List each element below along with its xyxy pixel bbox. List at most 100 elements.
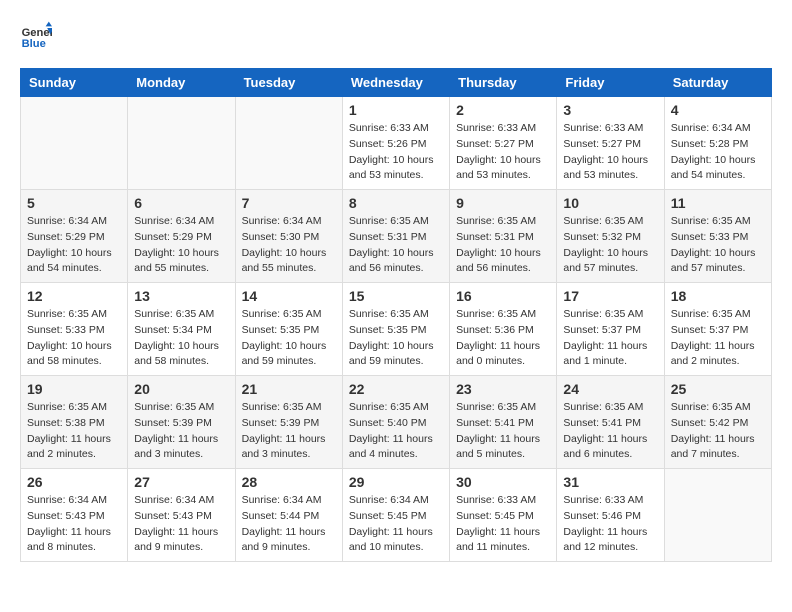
day-info: Sunrise: 6:34 AMSunset: 5:45 PMDaylight:… bbox=[349, 493, 443, 556]
calendar-cell: 25 Sunrise: 6:35 AMSunset: 5:42 PMDayligh… bbox=[664, 376, 771, 469]
day-info: Sunrise: 6:35 AMSunset: 5:38 PMDaylight:… bbox=[27, 400, 121, 463]
day-number: 7 bbox=[242, 195, 336, 211]
calendar-cell: 11Sunrise: 6:35 AMSunset: 5:33 PMDayligh… bbox=[664, 190, 771, 283]
calendar-week-row: 12 Sunrise: 6:35 AMSunset: 5:33 PMDayligh… bbox=[21, 283, 772, 376]
logo: General Blue bbox=[20, 20, 56, 52]
day-number: 19 bbox=[27, 381, 121, 397]
calendar-cell: 2 Sunrise: 6:33 AMSunset: 5:27 PMDaylight… bbox=[450, 97, 557, 190]
day-info: Sunrise: 6:35 AMSunset: 5:39 PMDaylight:… bbox=[242, 400, 336, 463]
day-info: Sunrise: 6:33 AMSunset: 5:45 PMDaylight:… bbox=[456, 493, 550, 556]
weekday-header: Sunday bbox=[21, 69, 128, 97]
weekday-header: Friday bbox=[557, 69, 664, 97]
day-number: 26 bbox=[27, 474, 121, 490]
day-number: 12 bbox=[27, 288, 121, 304]
day-number: 6 bbox=[134, 195, 228, 211]
day-number: 1 bbox=[349, 102, 443, 118]
day-info: Sunrise: 6:35 AMSunset: 5:35 PMDaylight:… bbox=[349, 307, 443, 370]
day-number: 3 bbox=[563, 102, 657, 118]
day-info: Sunrise: 6:34 AMSunset: 5:28 PMDaylight:… bbox=[671, 121, 765, 184]
day-number: 24 bbox=[563, 381, 657, 397]
day-info: Sunrise: 6:35 AMSunset: 5:37 PMDaylight:… bbox=[671, 307, 765, 370]
day-info: Sunrise: 6:35 AMSunset: 5:36 PMDaylight:… bbox=[456, 307, 550, 370]
day-info: Sunrise: 6:35 AMSunset: 5:32 PMDaylight:… bbox=[563, 214, 657, 277]
day-info: Sunrise: 6:33 AMSunset: 5:46 PMDaylight:… bbox=[563, 493, 657, 556]
weekday-header: Tuesday bbox=[235, 69, 342, 97]
weekday-header: Thursday bbox=[450, 69, 557, 97]
calendar-cell: 3 Sunrise: 6:33 AMSunset: 5:27 PMDaylight… bbox=[557, 97, 664, 190]
calendar-cell: 19 Sunrise: 6:35 AMSunset: 5:38 PMDayligh… bbox=[21, 376, 128, 469]
calendar-cell bbox=[235, 97, 342, 190]
day-info: Sunrise: 6:35 AMSunset: 5:34 PMDaylight:… bbox=[134, 307, 228, 370]
day-number: 31 bbox=[563, 474, 657, 490]
calendar-cell: 18 Sunrise: 6:35 AMSunset: 5:37 PMDayligh… bbox=[664, 283, 771, 376]
day-number: 2 bbox=[456, 102, 550, 118]
calendar-cell: 23 Sunrise: 6:35 AMSunset: 5:41 PMDayligh… bbox=[450, 376, 557, 469]
weekday-header: Wednesday bbox=[342, 69, 449, 97]
day-info: Sunrise: 6:33 AMSunset: 5:27 PMDaylight:… bbox=[563, 121, 657, 184]
calendar-cell: 27Sunrise: 6:34 AMSunset: 5:43 PMDayligh… bbox=[128, 469, 235, 562]
day-number: 17 bbox=[563, 288, 657, 304]
calendar-cell: 15 Sunrise: 6:35 AMSunset: 5:35 PMDayligh… bbox=[342, 283, 449, 376]
calendar-cell: 6 Sunrise: 6:34 AMSunset: 5:29 PMDaylight… bbox=[128, 190, 235, 283]
day-info: Sunrise: 6:35 AMSunset: 5:31 PMDaylight:… bbox=[456, 214, 550, 277]
day-number: 11 bbox=[671, 195, 765, 211]
day-info: Sunrise: 6:33 AMSunset: 5:26 PMDaylight:… bbox=[349, 121, 443, 184]
calendar-cell bbox=[128, 97, 235, 190]
calendar-cell bbox=[664, 469, 771, 562]
day-number: 10 bbox=[563, 195, 657, 211]
day-number: 18 bbox=[671, 288, 765, 304]
calendar-cell: 12 Sunrise: 6:35 AMSunset: 5:33 PMDayligh… bbox=[21, 283, 128, 376]
day-number: 5 bbox=[27, 195, 121, 211]
calendar-cell: 28 Sunrise: 6:34 AMSunset: 5:44 PMDayligh… bbox=[235, 469, 342, 562]
calendar-cell: 8Sunrise: 6:35 AMSunset: 5:31 PMDaylight… bbox=[342, 190, 449, 283]
day-number: 23 bbox=[456, 381, 550, 397]
calendar-cell: 7 Sunrise: 6:34 AMSunset: 5:30 PMDaylight… bbox=[235, 190, 342, 283]
calendar-cell: 16 Sunrise: 6:35 AMSunset: 5:36 PMDayligh… bbox=[450, 283, 557, 376]
day-number: 22 bbox=[349, 381, 443, 397]
day-info: Sunrise: 6:33 AMSunset: 5:27 PMDaylight:… bbox=[456, 121, 550, 184]
page-header: General Blue bbox=[20, 20, 772, 52]
day-info: Sunrise: 6:34 AMSunset: 5:44 PMDaylight:… bbox=[242, 493, 336, 556]
day-number: 21 bbox=[242, 381, 336, 397]
day-info: Sunrise: 6:35 AMSunset: 5:41 PMDaylight:… bbox=[563, 400, 657, 463]
calendar-header-row: SundayMondayTuesdayWednesdayThursdayFrid… bbox=[21, 69, 772, 97]
calendar-week-row: 19 Sunrise: 6:35 AMSunset: 5:38 PMDayligh… bbox=[21, 376, 772, 469]
calendar-cell: 20Sunrise: 6:35 AMSunset: 5:39 PMDayligh… bbox=[128, 376, 235, 469]
day-info: Sunrise: 6:35 AMSunset: 5:31 PMDaylight:… bbox=[349, 214, 443, 277]
calendar-cell: 5 Sunrise: 6:34 AMSunset: 5:29 PMDaylight… bbox=[21, 190, 128, 283]
calendar-cell: 21 Sunrise: 6:35 AMSunset: 5:39 PMDayligh… bbox=[235, 376, 342, 469]
day-number: 9 bbox=[456, 195, 550, 211]
day-number: 13 bbox=[134, 288, 228, 304]
day-number: 25 bbox=[671, 381, 765, 397]
svg-text:Blue: Blue bbox=[22, 38, 46, 50]
calendar-week-row: 5 Sunrise: 6:34 AMSunset: 5:29 PMDaylight… bbox=[21, 190, 772, 283]
svg-text:General: General bbox=[22, 27, 52, 39]
calendar-cell: 24 Sunrise: 6:35 AMSunset: 5:41 PMDayligh… bbox=[557, 376, 664, 469]
day-info: Sunrise: 6:34 AMSunset: 5:43 PMDaylight:… bbox=[134, 493, 228, 556]
day-info: Sunrise: 6:35 AMSunset: 5:40 PMDaylight:… bbox=[349, 400, 443, 463]
day-info: Sunrise: 6:34 AMSunset: 5:29 PMDaylight:… bbox=[134, 214, 228, 277]
day-info: Sunrise: 6:34 AMSunset: 5:43 PMDaylight:… bbox=[27, 493, 121, 556]
logo-icon: General Blue bbox=[20, 20, 52, 52]
day-info: Sunrise: 6:35 AMSunset: 5:42 PMDaylight:… bbox=[671, 400, 765, 463]
calendar-week-row: 1 Sunrise: 6:33 AMSunset: 5:26 PMDaylight… bbox=[21, 97, 772, 190]
day-number: 20 bbox=[134, 381, 228, 397]
calendar-cell: 17 Sunrise: 6:35 AMSunset: 5:37 PMDayligh… bbox=[557, 283, 664, 376]
day-info: Sunrise: 6:34 AMSunset: 5:29 PMDaylight:… bbox=[27, 214, 121, 277]
calendar-cell: 14Sunrise: 6:35 AMSunset: 5:35 PMDayligh… bbox=[235, 283, 342, 376]
calendar-table: SundayMondayTuesdayWednesdayThursdayFrid… bbox=[20, 68, 772, 562]
day-info: Sunrise: 6:35 AMSunset: 5:33 PMDaylight:… bbox=[27, 307, 121, 370]
calendar-cell: 31 Sunrise: 6:33 AMSunset: 5:46 PMDayligh… bbox=[557, 469, 664, 562]
day-number: 16 bbox=[456, 288, 550, 304]
calendar-cell: 13 Sunrise: 6:35 AMSunset: 5:34 PMDayligh… bbox=[128, 283, 235, 376]
day-number: 15 bbox=[349, 288, 443, 304]
calendar-cell: 29 Sunrise: 6:34 AMSunset: 5:45 PMDayligh… bbox=[342, 469, 449, 562]
day-info: Sunrise: 6:35 AMSunset: 5:37 PMDaylight:… bbox=[563, 307, 657, 370]
day-info: Sunrise: 6:35 AMSunset: 5:41 PMDaylight:… bbox=[456, 400, 550, 463]
calendar-cell: 10 Sunrise: 6:35 AMSunset: 5:32 PMDayligh… bbox=[557, 190, 664, 283]
weekday-header: Monday bbox=[128, 69, 235, 97]
calendar-cell: 22 Sunrise: 6:35 AMSunset: 5:40 PMDayligh… bbox=[342, 376, 449, 469]
day-info: Sunrise: 6:34 AMSunset: 5:30 PMDaylight:… bbox=[242, 214, 336, 277]
day-number: 29 bbox=[349, 474, 443, 490]
day-number: 28 bbox=[242, 474, 336, 490]
